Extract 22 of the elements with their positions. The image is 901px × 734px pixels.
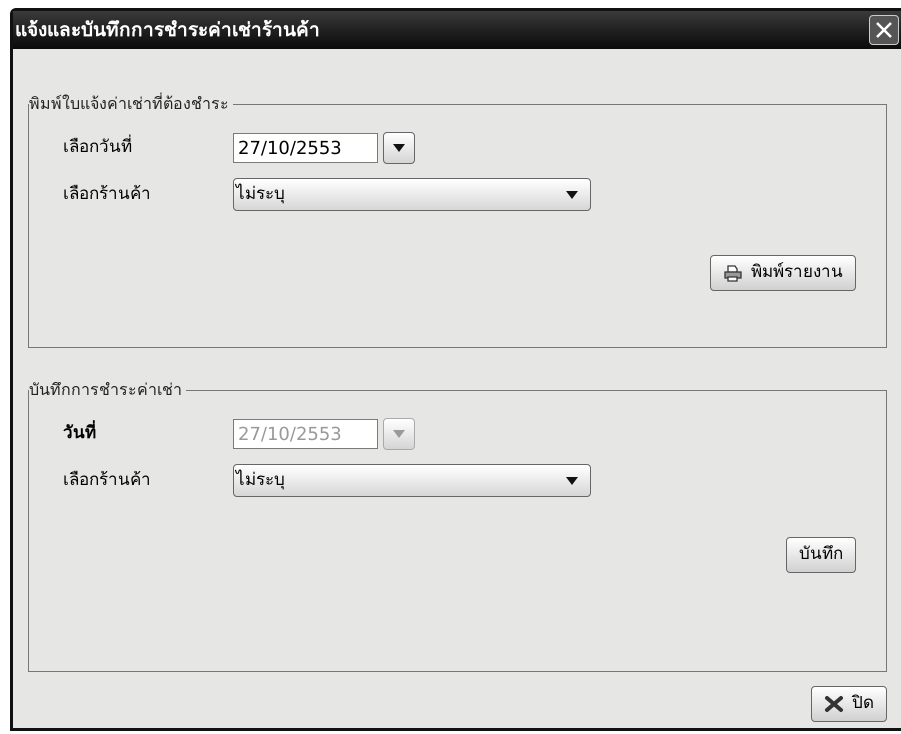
store-select[interactable]: ไม่ระบุ <box>233 178 591 211</box>
dropdown-button[interactable] <box>383 132 415 164</box>
field-label: วันที่ <box>63 421 233 447</box>
field-label: เลือกวันที่ <box>63 135 233 161</box>
date-field[interactable]: 27/10/2553 <box>233 133 378 163</box>
printer-icon <box>723 264 743 282</box>
caret-icon <box>566 190 578 198</box>
field-label: เลือกร้านค้า <box>63 468 152 492</box>
caret-icon <box>393 430 405 438</box>
field-label: เลือกร้านค้า <box>63 182 152 206</box>
close-dialog-button[interactable]: ปิด <box>811 686 887 722</box>
group-title: บันทึกการชำระค่าเช่า <box>29 379 183 401</box>
store-select[interactable]: ไม่ระบุ <box>233 464 591 497</box>
close-icon <box>875 21 893 39</box>
window-title: แจ้งและบันทึกการชำระค่าเช่าร้านค้า <box>15 18 320 43</box>
save-button[interactable]: บันทึก <box>786 537 856 573</box>
close-button[interactable] <box>869 15 899 45</box>
print-report-button[interactable]: พิมพ์รายงาน <box>710 255 856 291</box>
group-title: พิมพ์ใบแจ้งค่าเช่าที่ต้องชำระ <box>29 92 230 115</box>
caret-icon <box>393 144 405 152</box>
caret-icon <box>566 476 578 484</box>
close-icon <box>824 695 844 713</box>
